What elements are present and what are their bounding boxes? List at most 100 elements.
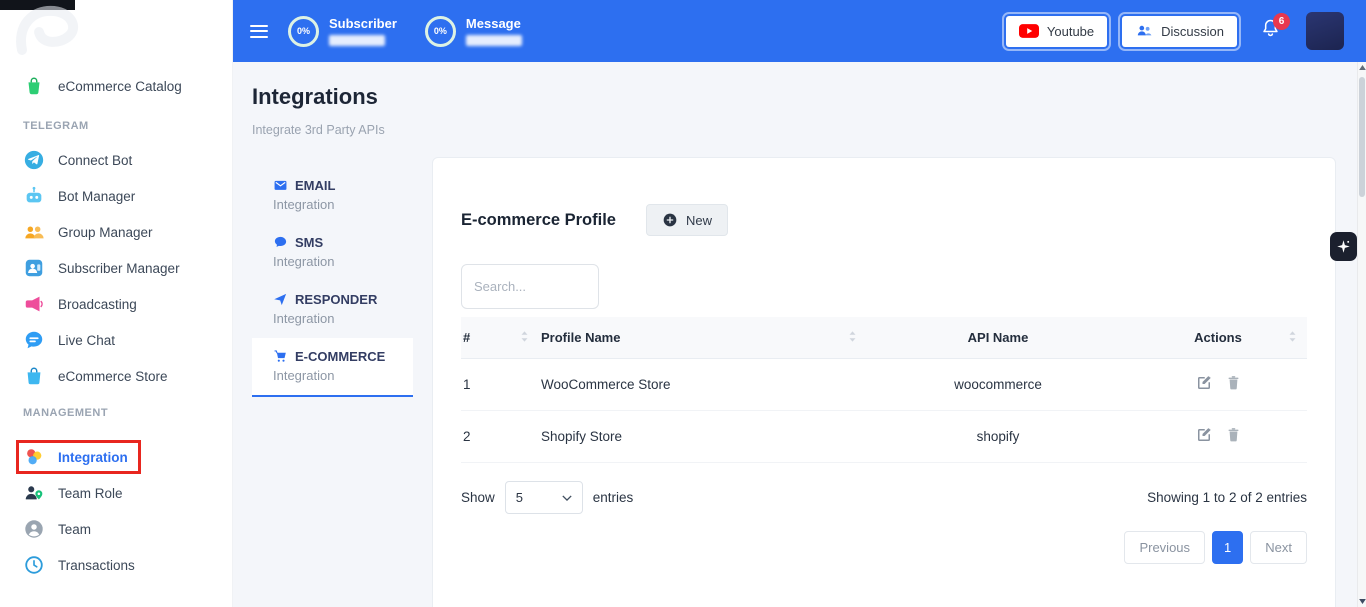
clock-icon [23,554,45,576]
edit-icon [1195,432,1213,447]
col-header-actions[interactable]: Actions [1129,317,1307,359]
col-header-api-name[interactable]: API Name [867,317,1129,359]
discussion-people-icon [1135,23,1153,39]
message-progress-ring: 0% [425,16,456,47]
app-logo [12,4,84,58]
per-page-select[interactable]: 5 [505,481,583,514]
current-page-button[interactable]: 1 [1212,531,1243,564]
delete-button[interactable] [1225,374,1242,392]
colored-circles-icon [23,446,45,468]
annotation-highlight-box: Integration [16,440,141,474]
sidebar-item-label: Broadcasting [58,297,137,312]
sidebar-item-bot-manager[interactable]: Bot Manager [0,178,232,214]
scrollbar-thumb[interactable] [1359,77,1365,197]
col-header-number[interactable]: # [461,317,539,359]
scroll-down-icon[interactable] [1358,599,1366,604]
sidebar-item-ecommerce-catalog[interactable]: eCommerce Catalog [0,68,232,104]
subscriber-icon [23,257,45,279]
delete-button[interactable] [1225,426,1242,444]
profile-name-cell: Shopify Store [539,411,867,463]
row-number: 1 [461,359,539,411]
previous-page-button[interactable]: Previous [1124,531,1205,564]
vertical-scrollbar[interactable] [1357,62,1366,607]
sidebar-item-label: Team Role [58,486,123,501]
profile-name-cell: WooCommerce Store [539,359,867,411]
table-row: 2 Shopify Store shopify [461,411,1307,463]
sidebar-section-management: MANAGEMENT [0,394,232,439]
tab-label: E-COMMERCE [295,347,385,366]
tab-sublabel: Integration [273,366,413,385]
sidebar-item-label: Group Manager [58,225,153,240]
profiles-table: # Profile Name API Name [461,317,1307,463]
assistant-fab-button[interactable] [1330,232,1357,261]
sort-icon[interactable] [1288,330,1297,345]
sidebar-item-integration[interactable]: Integration [0,439,232,475]
bag-blue-icon [23,365,45,387]
sidebar-item-label: Team [58,522,91,537]
robot-icon [23,185,45,207]
tab-label: EMAIL [295,176,335,195]
sidebar-item-subscriber-manager[interactable]: Subscriber Manager [0,250,232,286]
notifications-button[interactable]: 6 [1260,18,1281,45]
chat-bubble-icon [23,329,45,351]
sidebar-item-label: eCommerce Store [58,369,168,384]
tab-email-integration[interactable]: EMAIL Integration [252,167,413,224]
sidebar-item-group-manager[interactable]: Group Manager [0,214,232,250]
logo-area [0,0,232,62]
bag-green-icon [23,75,45,97]
per-page-value: 5 [516,490,523,505]
subscriber-stat-label: Subscriber [329,16,397,31]
next-page-button[interactable]: Next [1250,531,1307,564]
subscriber-stat: 0% Subscriber [288,16,397,47]
tab-sublabel: Integration [273,309,413,328]
youtube-button-label: Youtube [1047,24,1094,39]
edit-icon [1195,380,1213,395]
people-group-icon [23,221,45,243]
card-title: E-commerce Profile [461,211,616,230]
plus-circle-icon [662,212,678,228]
entries-label: entries [593,490,634,505]
sidebar-item-team[interactable]: Team [0,511,232,547]
message-stat-masked-value [466,35,522,46]
col-header-profile-name[interactable]: Profile Name [539,317,867,359]
pagination: Previous 1 Next [461,531,1307,564]
sidebar-item-ecommerce-store[interactable]: eCommerce Store [0,358,232,394]
edit-button[interactable] [1195,374,1213,392]
menu-toggle-icon[interactable] [250,21,268,41]
trash-icon [1225,432,1242,447]
sidebar-item-broadcasting[interactable]: Broadcasting [0,286,232,322]
tab-ecommerce-integration[interactable]: E-COMMERCE Integration [252,338,413,397]
chevron-down-icon [562,495,572,501]
ecommerce-profile-card: E-commerce Profile New # [432,157,1336,607]
search-input[interactable] [461,264,599,309]
sort-icon[interactable] [848,330,857,345]
sidebar-item-team-role[interactable]: Team Role [0,475,232,511]
edit-button[interactable] [1195,426,1213,444]
new-profile-button[interactable]: New [646,204,728,236]
top-navbar: 0% Subscriber 0% Message Youtube Discuss… [233,0,1366,62]
page-title: Integrations [252,84,1336,110]
sms-bubble-icon [273,235,288,250]
api-name-cell: shopify [867,411,1129,463]
scroll-up-icon[interactable] [1358,65,1366,70]
navbar-right-group: Youtube Discussion 6 [1006,12,1344,50]
discussion-button[interactable]: Discussion [1122,16,1237,47]
sidebar-item-live-chat[interactable]: Live Chat [0,322,232,358]
tab-responder-integration[interactable]: RESPONDER Integration [252,281,413,338]
show-label: Show [461,490,495,505]
sidebar-item-label: Subscriber Manager [58,261,180,276]
sparkle-icon [1336,239,1351,254]
api-name-cell: woocommerce [867,359,1129,411]
sidebar-item-connect-bot[interactable]: Connect Bot [0,142,232,178]
tab-sublabel: Integration [273,252,413,271]
user-avatar[interactable] [1306,12,1344,50]
showing-entries-text: Showing 1 to 2 of 2 entries [1147,490,1307,505]
integration-tabs: EMAIL Integration SMS Integration [252,167,413,397]
notification-count-badge: 6 [1273,13,1290,30]
sidebar-item-transactions[interactable]: Transactions [0,547,232,583]
tab-sms-integration[interactable]: SMS Integration [252,224,413,281]
youtube-button[interactable]: Youtube [1006,16,1107,47]
discussion-button-label: Discussion [1161,24,1224,39]
tab-sublabel: Integration [273,195,413,214]
sort-icon[interactable] [520,330,529,345]
